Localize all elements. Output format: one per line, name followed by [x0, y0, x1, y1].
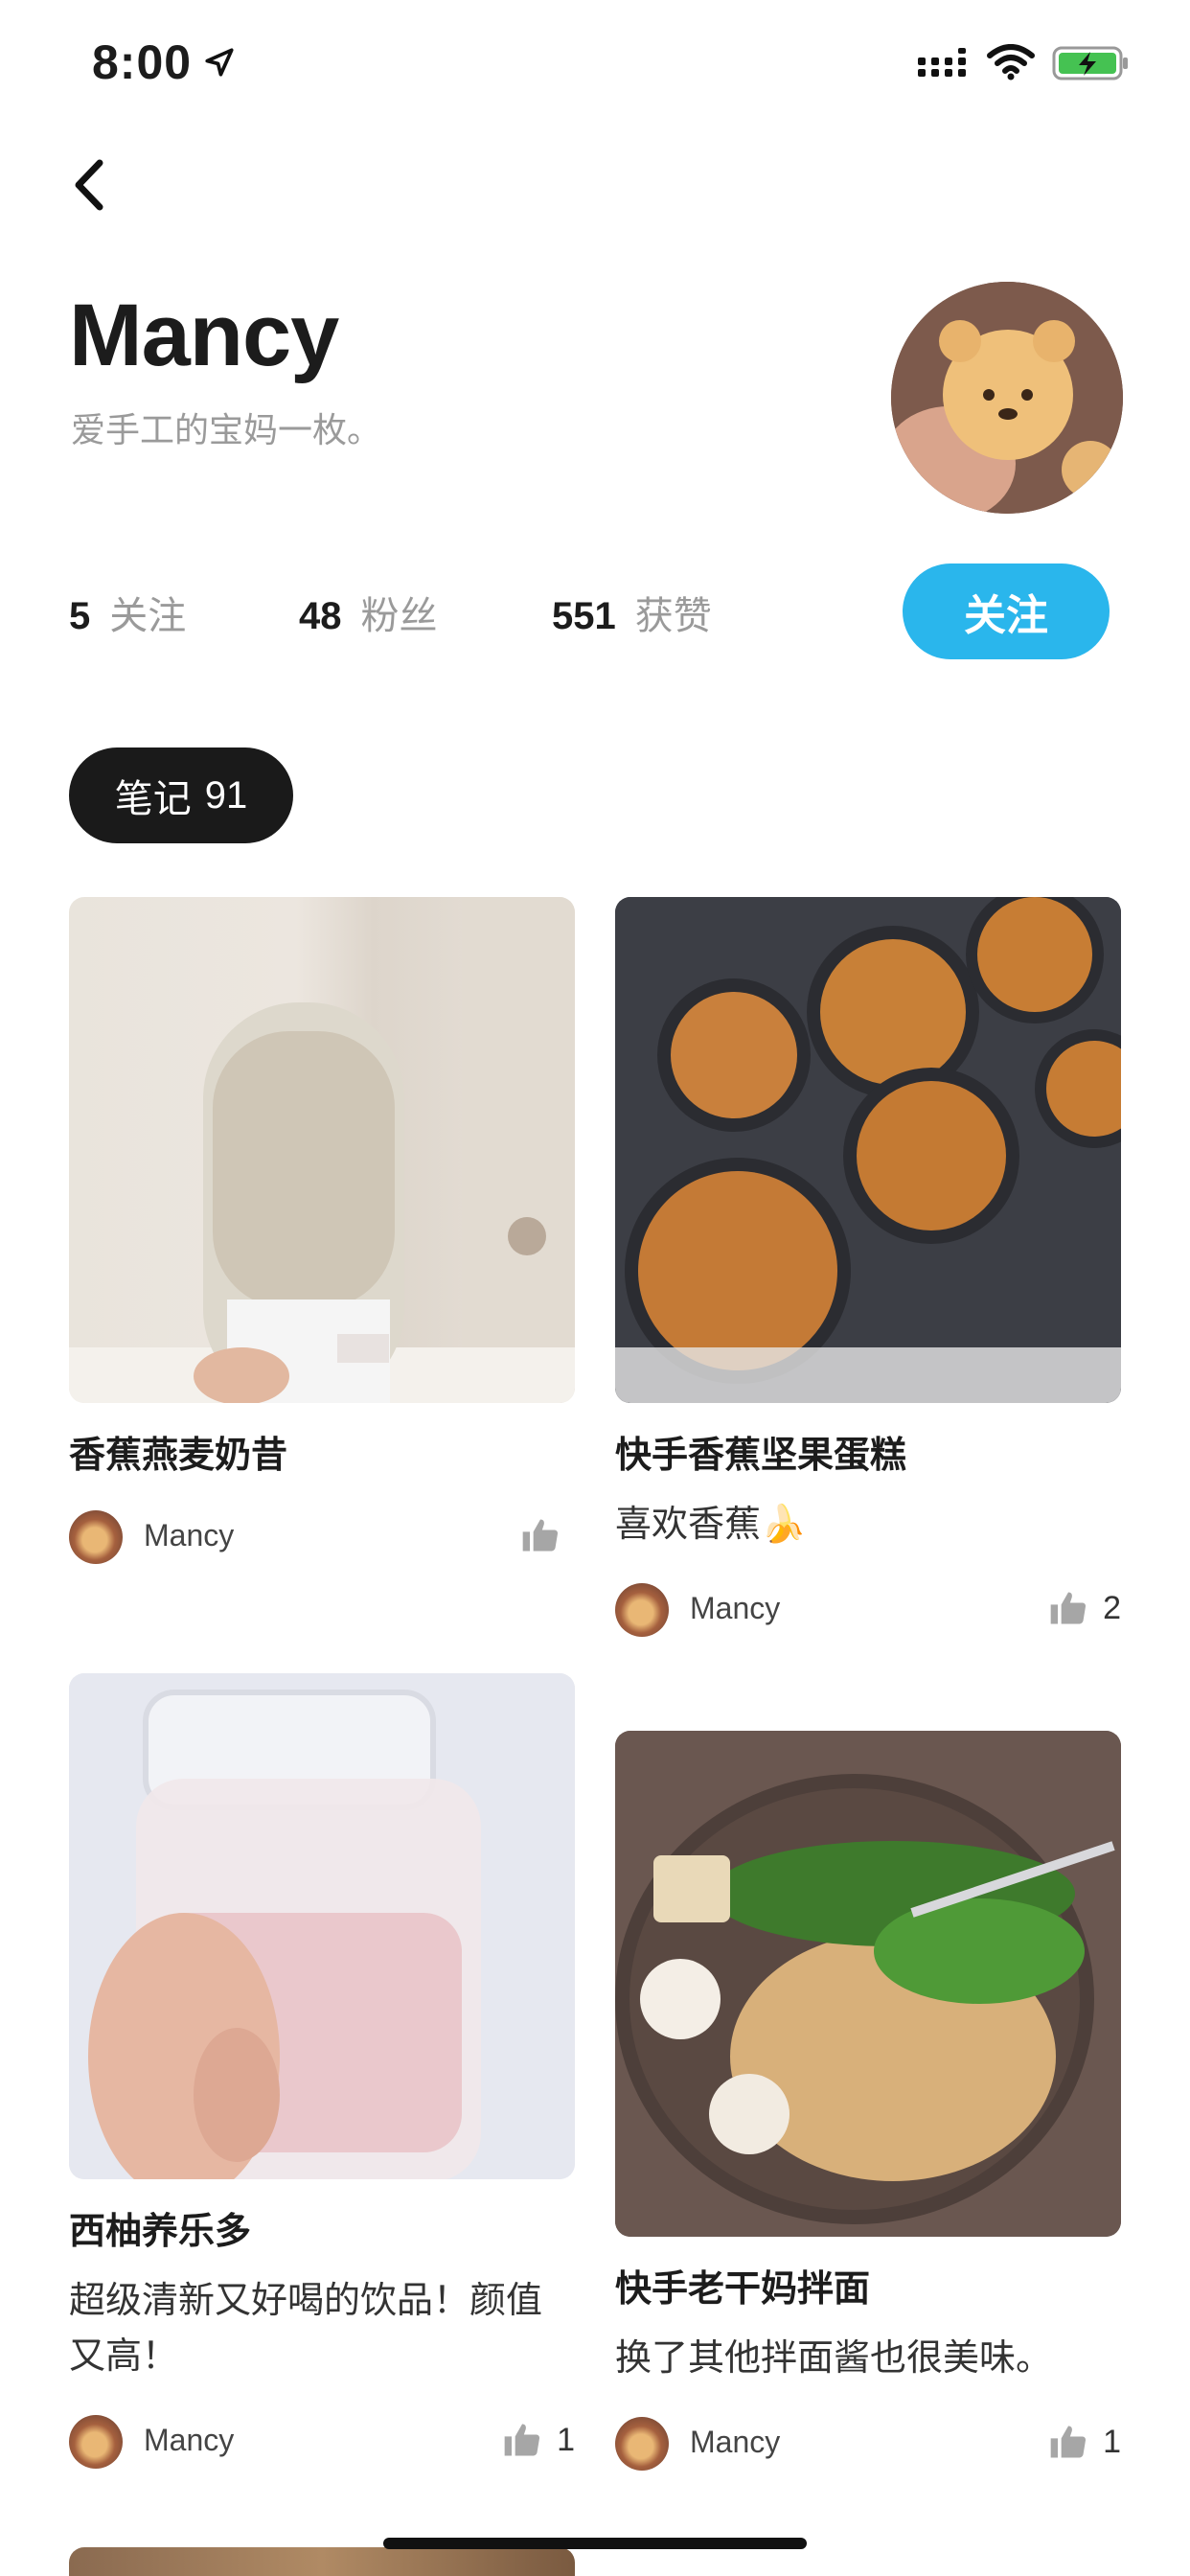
like-button[interactable] [519, 1514, 575, 1556]
battery-charging-icon [1052, 46, 1128, 80]
thumbs-up-icon [522, 1519, 559, 1552]
note-description: 超级清新又好喝的饮品！颜值又高！ [69, 2281, 543, 2377]
stat-likes[interactable]: 551 获赞 [552, 585, 712, 640]
back-chevron-icon[interactable] [63, 151, 121, 218]
author-name[interactable]: Mancy [690, 1591, 780, 1626]
tab-notes[interactable]: 笔记 91 [69, 748, 293, 843]
author-name[interactable]: Mancy [144, 2423, 234, 2458]
note-footer: Mancy 1 [69, 2413, 575, 2471]
like-count: 1 [557, 2421, 575, 2458]
like-button[interactable]: 1 [501, 2419, 575, 2461]
stat-likes-label: 获赞 [634, 595, 712, 637]
status-bar: 8:00 [0, 0, 1190, 134]
note-title: 快手香蕉坚果蛋糕 [615, 1436, 907, 1476]
cellular-signal-icon [918, 48, 966, 77]
note-title: 西柚养乐多 [69, 2212, 252, 2252]
author-name[interactable]: Mancy [144, 1518, 234, 1553]
note-card[interactable]: 快手老干妈拌面 换了其他拌面酱也很美味。 Mancy 1 [615, 1731, 1121, 2472]
like-button[interactable]: 2 [1047, 1587, 1121, 1629]
author-avatar[interactable] [69, 2415, 123, 2469]
like-count: 2 [1103, 1589, 1121, 1626]
stat-following-label: 关注 [109, 595, 187, 637]
stat-followers-count: 48 [299, 595, 342, 637]
author-avatar[interactable] [69, 1510, 123, 1564]
stat-likes-count: 551 [552, 595, 616, 637]
thumbs-up-icon [504, 2424, 540, 2456]
note-image[interactable] [69, 897, 575, 1403]
note-footer: Mancy 1 [615, 2415, 1121, 2472]
note-image[interactable] [615, 1731, 1121, 2237]
note-description: 喜欢香蕉🍌 [615, 1505, 807, 1545]
stat-followers[interactable]: 48 粉丝 [299, 585, 438, 640]
note-footer: Mancy 2 [615, 1581, 1121, 1639]
author-avatar[interactable] [615, 2417, 669, 2471]
thumbs-up-icon [1050, 2426, 1087, 2458]
note-footer: Mancy [69, 1508, 575, 1566]
status-time: 8:00 [92, 35, 193, 89]
like-button[interactable]: 1 [1047, 2421, 1121, 2463]
tab-notes-label: 笔记 [114, 778, 192, 820]
profile-name: Mancy [69, 287, 339, 384]
stat-following[interactable]: 5 关注 [69, 585, 186, 640]
note-title: 快手老干妈拌面 [615, 2269, 871, 2310]
like-count: 1 [1103, 2423, 1121, 2460]
note-image[interactable] [69, 1673, 575, 2179]
wifi-icon [987, 44, 1035, 80]
follow-button[interactable]: 关注 [903, 564, 1110, 659]
note-description: 换了其他拌面酱也很美味。 [615, 2338, 1053, 2379]
stat-following-count: 5 [69, 595, 91, 637]
thumbs-up-icon [1050, 1592, 1087, 1624]
note-card[interactable]: 西柚养乐多 超级清新又好喝的饮品！颜值又高！ Mancy 1 [69, 1673, 575, 2471]
profile-avatar[interactable] [891, 282, 1123, 514]
location-arrow-icon [205, 48, 234, 77]
profile-page: 8:00 Mancy 爱手工的宝妈一枚。 5 关注 48 粉丝 551 获赞 关… [0, 0, 1190, 2576]
profile-bio: 爱手工的宝妈一枚。 [71, 410, 382, 449]
tab-notes-count: 91 [204, 773, 248, 816]
stat-followers-label: 粉丝 [360, 595, 438, 637]
note-image[interactable] [615, 897, 1121, 1403]
note-card[interactable]: 香蕉燕麦奶昔 Mancy [69, 897, 575, 1566]
note-card[interactable]: 快手香蕉坚果蛋糕 喜欢香蕉🍌 Mancy 2 [615, 897, 1121, 1639]
note-image-peek[interactable] [69, 2547, 575, 2576]
author-avatar[interactable] [615, 1583, 669, 1637]
author-name[interactable]: Mancy [690, 2425, 780, 2460]
home-indicator[interactable] [383, 2538, 807, 2549]
note-title: 香蕉燕麦奶昔 [69, 1436, 288, 1476]
